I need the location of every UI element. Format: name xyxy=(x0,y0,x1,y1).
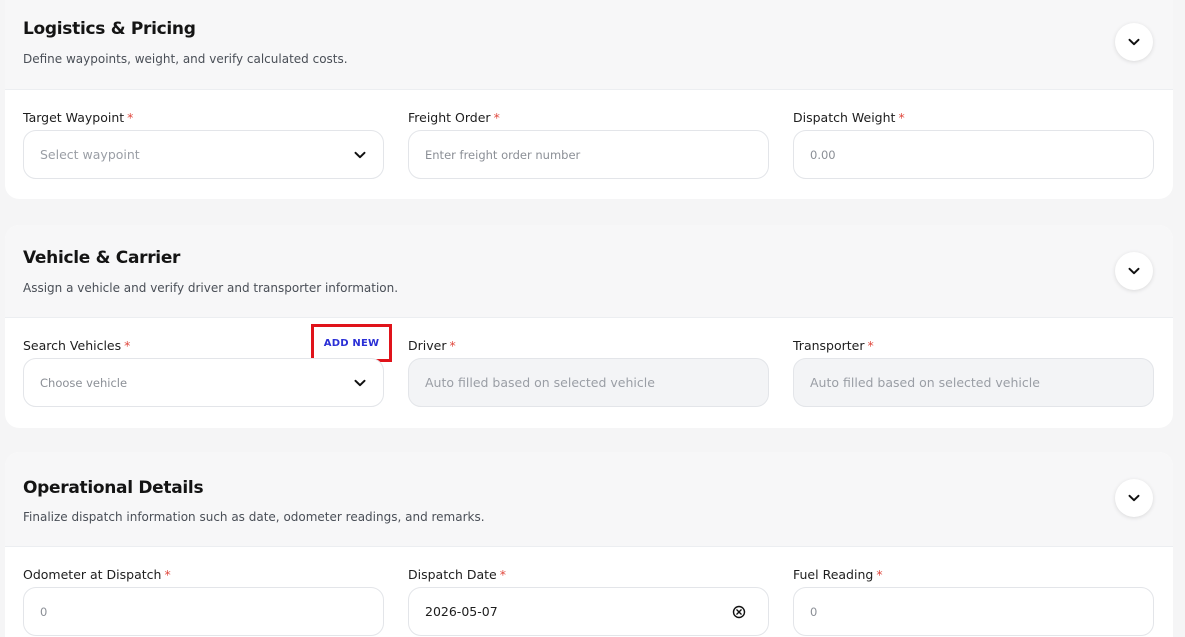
section-title: Vehicle & Carrier xyxy=(23,248,181,268)
fuel-reading-input[interactable]: 0 xyxy=(793,587,1154,636)
add-new-label: ADD NEW xyxy=(323,337,380,349)
collapse-toggle-button[interactable] xyxy=(1115,23,1153,61)
section-subtitle: Assign a vehicle and verify driver and t… xyxy=(23,281,399,295)
dispatch-date-label: Dispatch Date * xyxy=(408,567,507,582)
search-vehicles-placeholder: Choose vehicle xyxy=(40,375,128,390)
target-waypoint-select[interactable]: Select waypoint xyxy=(23,130,384,179)
fuel-reading-label: Fuel Reading * xyxy=(793,567,883,582)
vehicle-carrier-header[interactable]: Vehicle & Carrier Assign a vehicle and v… xyxy=(5,225,1173,318)
driver-label: Driver * xyxy=(408,338,456,353)
transporter-label: Transporter * xyxy=(793,338,874,353)
odometer-placeholder: 0 xyxy=(40,604,48,619)
freight-order-placeholder: Enter freight order number xyxy=(425,147,581,162)
fuel-reading-placeholder: 0 xyxy=(810,604,818,619)
chevron-down-icon xyxy=(354,379,366,387)
target-waypoint-label: Target Waypoint * xyxy=(23,110,134,125)
add-new-vehicle-button[interactable]: ADD NEW xyxy=(311,324,392,362)
odometer-input[interactable]: 0 xyxy=(23,587,384,636)
section-title: Logistics & Pricing xyxy=(23,19,196,39)
transporter-placeholder: Auto filled based on selected vehicle xyxy=(810,375,1040,390)
section-title: Operational Details xyxy=(23,478,204,498)
target-waypoint-placeholder: Select waypoint xyxy=(40,147,140,162)
freight-order-label: Freight Order * xyxy=(408,110,500,125)
odometer-label: Odometer at Dispatch * xyxy=(23,567,171,582)
search-vehicles-label: Search Vehicles * xyxy=(23,338,131,353)
driver-placeholder: Auto filled based on selected vehicle xyxy=(425,375,655,390)
dispatch-weight-input[interactable]: 0.00 xyxy=(793,130,1154,179)
logistics-pricing-header[interactable]: Logistics & Pricing Define waypoints, we… xyxy=(5,0,1173,90)
chevron-down-icon xyxy=(1128,494,1140,502)
operational-details-header[interactable]: Operational Details Finalize dispatch in… xyxy=(5,452,1173,547)
collapse-toggle-button[interactable] xyxy=(1115,252,1153,290)
section-subtitle: Define waypoints, weight, and verify cal… xyxy=(23,52,348,66)
dispatch-weight-label: Dispatch Weight * xyxy=(793,110,905,125)
search-vehicles-select[interactable]: Choose vehicle xyxy=(23,358,384,407)
dispatch-date-value: 2026-05-07 xyxy=(425,604,498,619)
dispatch-date-input[interactable]: 2026-05-07 xyxy=(408,587,769,636)
chevron-down-icon xyxy=(1128,38,1140,46)
clear-circle-icon[interactable] xyxy=(732,605,746,619)
freight-order-input[interactable]: Enter freight order number xyxy=(408,130,769,179)
driver-field: Auto filled based on selected vehicle xyxy=(408,358,769,407)
section-subtitle: Finalize dispatch information such as da… xyxy=(23,510,485,524)
collapse-toggle-button[interactable] xyxy=(1115,479,1153,517)
transporter-field: Auto filled based on selected vehicle xyxy=(793,358,1154,407)
chevron-down-icon xyxy=(354,151,366,159)
dispatch-weight-placeholder: 0.00 xyxy=(810,147,836,162)
chevron-down-icon xyxy=(1128,267,1140,275)
